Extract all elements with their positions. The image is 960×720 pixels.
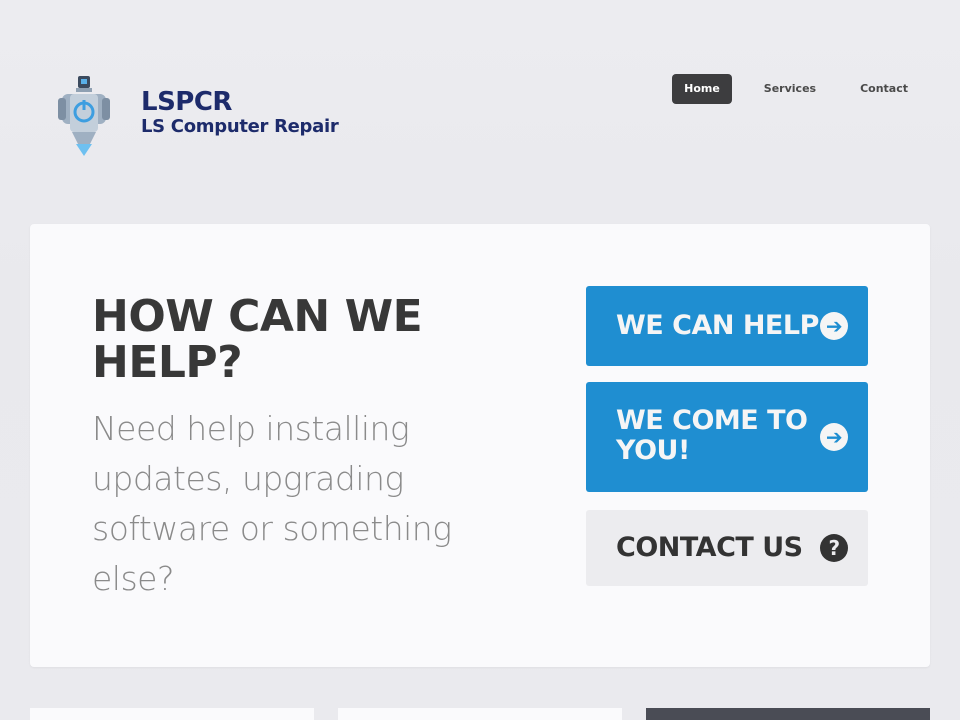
arrow-right-circle-icon: ➔ — [820, 423, 848, 451]
brand-title: LSPCR — [141, 87, 232, 117]
brand-subtitle: LS Computer Repair — [141, 116, 339, 137]
nav-home[interactable]: Home — [672, 74, 732, 104]
nav-services[interactable]: Services — [752, 74, 828, 104]
feature-card-3 — [646, 708, 930, 720]
contact-us-button[interactable]: CONTACT US ? — [586, 510, 868, 586]
feature-card-1 — [30, 708, 314, 720]
we-can-help-label: WE CAN HELP — [616, 310, 819, 341]
hero-text: Need help installing updates, upgrading … — [92, 409, 452, 598]
we-can-help-button[interactable]: WE CAN HELP ➔ — [586, 286, 868, 366]
power-robot-icon — [58, 76, 110, 156]
nav-contact[interactable]: Contact — [848, 74, 920, 104]
main-nav: Home Services Contact — [652, 74, 920, 104]
site-header: LSPCR LS Computer Repair Home Services C… — [0, 0, 960, 200]
we-come-to-you-button[interactable]: WE COME TO YOU! ➔ — [586, 382, 868, 492]
logo-text: LSPCR LS Computer Repair — [141, 87, 339, 138]
contact-us-label: CONTACT US — [616, 532, 803, 563]
feature-card-2 — [338, 708, 622, 720]
arrow-right-circle-icon: ➔ — [820, 312, 848, 340]
hero-heading: HOW CAN WE HELP? — [92, 291, 423, 388]
site-logo[interactable]: LSPCR LS Computer Repair — [56, 72, 356, 162]
we-come-to-you-label: WE COME TO YOU! — [616, 405, 808, 466]
hero-card: HOW CAN WE HELP? Need help installing up… — [30, 224, 930, 667]
question-circle-icon: ? — [820, 534, 848, 562]
